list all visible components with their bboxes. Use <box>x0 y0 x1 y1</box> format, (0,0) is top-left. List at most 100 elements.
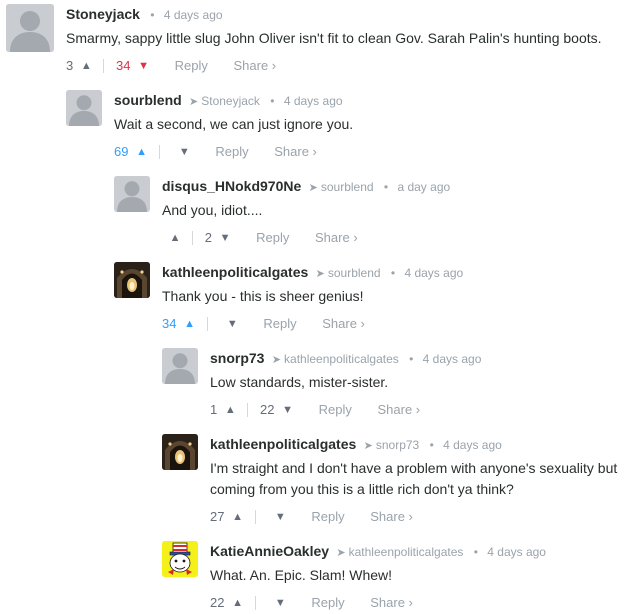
avatar-placeholder-icon[interactable] <box>162 348 198 384</box>
downvote-count: 22 <box>260 401 275 417</box>
downvote-chevron-icon[interactable]: ▼ <box>282 400 293 420</box>
reply-arrow-icon: ➤ <box>315 268 325 280</box>
downvote-chevron-icon[interactable]: ▼ <box>138 56 149 76</box>
downvote-chevron-icon[interactable]: ▼ <box>179 142 190 162</box>
comment-author[interactable]: disqus_HNokd970Ne <box>162 178 301 194</box>
reply-arrow-icon: ➤ <box>308 182 318 194</box>
comment-author[interactable]: kathleenpoliticalgates <box>210 436 356 452</box>
comment-author[interactable]: KatieAnnieOakley <box>210 543 329 559</box>
vote-divider <box>254 595 256 610</box>
share-link[interactable]: Share › <box>274 142 317 162</box>
downvote-count: 34 <box>116 57 131 73</box>
avatar-tunnel-photo-icon[interactable] <box>114 262 150 298</box>
comment-timestamp[interactable]: 4 days ago <box>164 8 223 22</box>
reply-arrow-icon: ➤ <box>336 547 346 559</box>
in-reply-to[interactable]: ➤ Stoneyjack <box>189 94 260 108</box>
in-reply-to-author[interactable]: Stoneyjack <box>201 94 260 108</box>
vote-divider <box>247 402 249 417</box>
comment-author[interactable]: sourblend <box>114 92 182 108</box>
comment-text: And you, idiot.... <box>162 202 263 218</box>
reply-link[interactable]: Reply <box>311 507 344 527</box>
separator-dot: • <box>390 266 396 280</box>
in-reply-to[interactable]: ➤ sourblend <box>309 180 374 194</box>
in-reply-to[interactable]: ➤ kathleenpoliticalgates <box>336 545 463 559</box>
comment-footer: 34 ▲ ▼ Reply Share › <box>162 313 625 333</box>
separator-dot: • <box>150 8 155 22</box>
upvote-count: 34 <box>162 315 177 331</box>
share-link[interactable]: Share › <box>370 593 413 613</box>
reply-link[interactable]: Reply <box>175 56 208 76</box>
downvote-chevron-icon[interactable]: ▼ <box>275 593 286 613</box>
upvote-chevron-icon[interactable]: ▲ <box>232 507 243 527</box>
comment-footer: 22 ▲ ▼ Reply Share › <box>210 592 625 612</box>
reply-link[interactable]: Reply <box>311 593 344 613</box>
downvote-chevron-icon[interactable]: ▼ <box>275 507 286 527</box>
vote-divider <box>158 144 160 159</box>
avatar-uncle-sam-cartoon-icon[interactable] <box>162 541 198 577</box>
in-reply-to-author[interactable]: sourblend <box>328 266 381 280</box>
reply-link[interactable]: Reply <box>256 228 289 248</box>
in-reply-to-author[interactable]: kathleenpoliticalgates <box>284 352 399 366</box>
vote-divider <box>206 316 208 331</box>
in-reply-to-author[interactable]: kathleenpoliticalgates <box>349 545 464 559</box>
share-link[interactable]: Share › <box>377 400 420 420</box>
share-link[interactable]: Share › <box>315 228 358 248</box>
reply-link[interactable]: Reply <box>215 142 248 162</box>
comment-timestamp[interactable]: 4 days ago <box>404 266 463 280</box>
comment-footer: 69 ▲ ▼ Reply Share › <box>114 141 625 161</box>
comment: kathleenpoliticalgates ➤ snorp73 • 4 days… <box>0 434 629 524</box>
upvote-chevron-icon[interactable]: ▲ <box>232 593 243 613</box>
share-link[interactable]: Share › <box>370 507 413 527</box>
comment-footer: 3 ▲ 34 ▼ Reply Share › <box>66 55 625 75</box>
comment-author[interactable]: kathleenpoliticalgates <box>162 264 308 280</box>
separator-dot: • <box>473 545 478 559</box>
upvote-chevron-icon[interactable]: ▲ <box>136 142 147 162</box>
comment-timestamp[interactable]: 4 days ago <box>423 352 482 366</box>
comment-author[interactable]: Stoneyjack <box>66 6 140 22</box>
comment-footer: ▲ 2 ▼ Reply Share › <box>162 227 625 247</box>
upvote-chevron-icon[interactable]: ▲ <box>184 314 195 334</box>
comment-timestamp[interactable]: a day ago <box>397 180 450 194</box>
separator-dot: • <box>409 352 414 366</box>
vote-divider <box>103 58 105 73</box>
upvote-chevron-icon[interactable]: ▲ <box>225 400 236 420</box>
avatar-tunnel-photo-icon[interactable] <box>162 434 198 470</box>
avatar-placeholder-icon[interactable] <box>66 90 102 126</box>
reply-arrow-icon: ➤ <box>271 354 282 366</box>
reply-arrow-icon: ➤ <box>363 440 373 452</box>
comment-timestamp[interactable]: 4 days ago <box>443 438 502 452</box>
downvote-chevron-icon[interactable]: ▼ <box>220 228 231 248</box>
comment: snorp73 ➤ kathleenpoliticalgates • 4 days… <box>0 348 629 417</box>
in-reply-to[interactable]: ➤ snorp73 <box>364 438 420 452</box>
vote-divider <box>192 230 194 245</box>
in-reply-to-author[interactable]: snorp73 <box>376 438 419 452</box>
reply-arrow-icon: ➤ <box>189 96 199 108</box>
in-reply-to[interactable]: ➤ sourblend <box>316 266 381 280</box>
comment-footer: 1 ▲ 22 ▼ Reply Share › <box>210 399 625 419</box>
downvote-count: 2 <box>204 229 212 245</box>
avatar-placeholder-icon[interactable] <box>6 4 54 52</box>
comment-author[interactable]: snorp73 <box>210 350 264 366</box>
in-reply-to[interactable]: ➤ kathleenpoliticalgates <box>272 352 399 366</box>
share-link[interactable]: Share › <box>322 314 365 334</box>
comment-text: Low standards, mister-sister. <box>210 374 389 390</box>
upvote-chevron-icon[interactable]: ▲ <box>81 56 92 76</box>
comment: sourblend ➤ Stoneyjack • 4 days ago Wait … <box>0 90 629 159</box>
share-link[interactable]: Share › <box>233 56 276 76</box>
comment-timestamp[interactable]: 4 days ago <box>487 545 546 559</box>
reply-link[interactable]: Reply <box>263 314 296 334</box>
reply-link[interactable]: Reply <box>319 400 352 420</box>
upvote-count: 3 <box>66 57 74 73</box>
comment-footer: 27 ▲ ▼ Reply Share › <box>210 506 625 526</box>
in-reply-to-author[interactable]: sourblend <box>321 180 374 194</box>
comment: KatieAnnieOakley ➤ kathleenpoliticalgates… <box>0 541 629 610</box>
upvote-count: 69 <box>114 143 129 159</box>
comment: Stoneyjack • 4 days ago Smarmy, sappy li… <box>0 4 629 73</box>
downvote-chevron-icon[interactable]: ▼ <box>227 314 238 334</box>
upvote-count: 22 <box>210 594 225 610</box>
comment-text: Smarmy, sappy little slug John Oliver is… <box>66 30 602 46</box>
avatar-placeholder-icon[interactable] <box>114 176 150 212</box>
comment-timestamp[interactable]: 4 days ago <box>284 94 343 108</box>
upvote-chevron-icon[interactable]: ▲ <box>170 228 181 248</box>
vote-divider <box>254 509 256 524</box>
